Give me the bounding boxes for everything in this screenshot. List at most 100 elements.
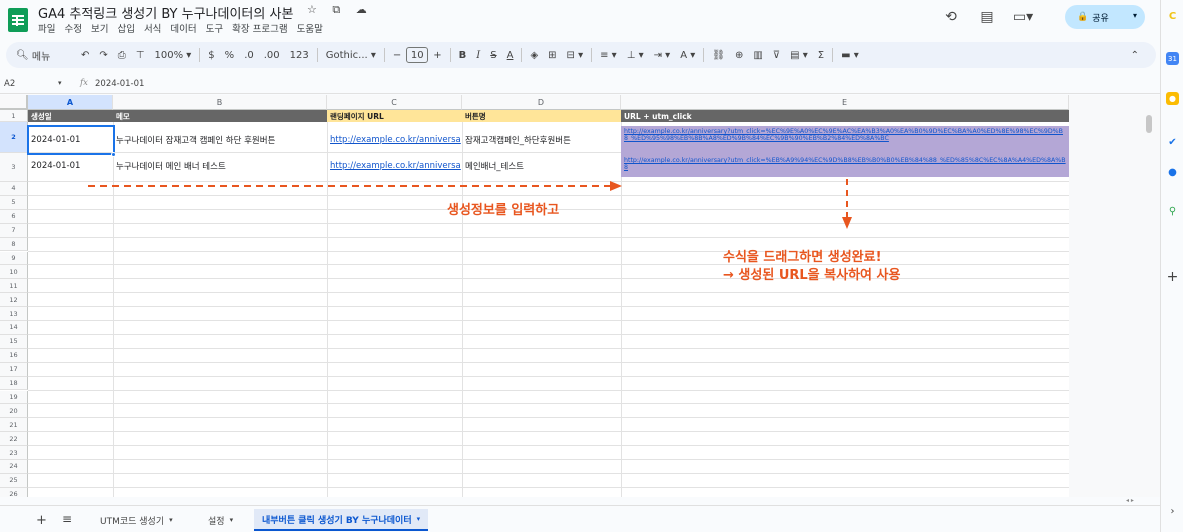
row-header[interactable]: 26 — [0, 487, 28, 497]
chevron-down-icon[interactable]: ▾ — [417, 515, 421, 523]
header-cell-result-url[interactable]: URL + utm_click — [621, 110, 1069, 122]
header-cell-landing-url[interactable]: 랜딩페이지 URL — [327, 110, 462, 122]
share-button[interactable]: 🔒 공유 ▾ — [1065, 5, 1145, 29]
calendar-icon[interactable]: 31 — [1166, 52, 1179, 65]
sheet-tab-internal-button[interactable]: 내부버튼 클릭 생성기 BY 누구나데이터 ▾ — [254, 509, 429, 531]
undo-icon[interactable]: ↶ — [76, 44, 94, 66]
column-header-e[interactable]: E — [621, 95, 1069, 110]
row-header[interactable]: 10 — [0, 265, 28, 280]
print-icon[interactable]: ⎙ — [113, 44, 131, 66]
gemini-icon[interactable]: C — [1166, 10, 1179, 23]
borders-icon[interactable]: ⊞ — [543, 44, 561, 66]
cell-date[interactable]: 2024-01-01 — [28, 155, 113, 177]
increase-decimal-button[interactable]: .00 — [259, 44, 285, 66]
menu-item-format[interactable]: 서식 — [144, 21, 161, 35]
chevron-down-icon[interactable]: ▾ — [58, 79, 62, 87]
sheet-tab-utm[interactable]: UTM코드 생성기 ▾ — [92, 509, 181, 531]
add-addon-icon[interactable]: + — [1166, 269, 1179, 285]
cell-landing-url[interactable]: http://example.co.kr/anniversa — [327, 126, 462, 153]
chevron-right-icon[interactable]: › — [1166, 505, 1179, 518]
document-title[interactable]: GA4 추적링크 생성기 BY 누구나데이터의 사본 — [38, 3, 293, 22]
menu-item-data[interactable]: 데이터 — [170, 21, 196, 35]
maps-icon[interactable]: ⚲ — [1166, 205, 1179, 218]
italic-button[interactable]: I — [471, 44, 485, 66]
column-header-b[interactable]: B — [113, 95, 327, 110]
number-format-button[interactable]: 123 — [285, 44, 314, 66]
paint-format-icon[interactable]: ⊤ — [131, 44, 150, 66]
row-header[interactable]: 17 — [0, 362, 28, 377]
cell-memo[interactable]: 누구나데이터 잠재고객 캠페인 하단 후원버튼 — [113, 126, 327, 153]
row-header[interactable]: 15 — [0, 334, 28, 349]
functions-icon[interactable]: Σ — [813, 44, 829, 66]
row-header[interactable]: 13 — [0, 307, 28, 321]
horizontal-align-icon[interactable]: ≡ ▾ — [595, 44, 622, 66]
cell-memo[interactable]: 누구나데이터 메인 배너 테스트 — [113, 155, 327, 177]
add-sheet-icon[interactable]: + — [36, 513, 47, 528]
row-header[interactable]: 16 — [0, 348, 28, 363]
row-header[interactable]: 19 — [0, 390, 28, 405]
chevron-down-icon[interactable]: ▾ — [1133, 11, 1137, 20]
menu-item-extensions[interactable]: 확장 프로그램 — [232, 21, 287, 35]
tasks-icon[interactable]: ✔ — [1166, 136, 1179, 149]
insert-comment-icon[interactable]: ⊕ — [730, 44, 748, 66]
row-header[interactable]: 22 — [0, 432, 28, 447]
comments-icon[interactable]: ▤ — [976, 6, 998, 28]
header-cell-memo[interactable]: 메모 — [113, 110, 327, 122]
bold-button[interactable]: B — [454, 44, 472, 66]
merge-cells-icon[interactable]: ⊟ ▾ — [562, 44, 589, 66]
row-header[interactable]: 21 — [0, 418, 28, 433]
header-cell-button-name[interactable]: 버튼명 — [462, 110, 621, 122]
fill-handle[interactable] — [111, 152, 116, 157]
text-wrap-icon[interactable]: ⇥ ▾ — [649, 44, 676, 66]
strikethrough-icon[interactable]: S — [485, 44, 501, 66]
font-size-decrease-button[interactable]: − — [388, 44, 406, 66]
meet-icon[interactable]: ▭▾ — [1012, 6, 1034, 28]
menu-search-input[interactable]: 🔍︎ 메뉴 — [6, 44, 76, 66]
row-header[interactable]: 9 — [0, 251, 28, 266]
text-color-icon[interactable]: A — [502, 44, 519, 66]
redo-icon[interactable]: ↷ — [94, 44, 112, 66]
chevron-down-icon[interactable]: ▾ — [230, 516, 234, 524]
cell-landing-url[interactable]: http://example.co.kr/anniversa — [327, 155, 462, 177]
row-header[interactable]: 20 — [0, 404, 28, 419]
column-header-c[interactable]: C — [327, 95, 462, 110]
row-header[interactable]: 23 — [0, 446, 28, 460]
currency-format-button[interactable]: $ — [203, 44, 219, 66]
row-header[interactable]: 7 — [0, 223, 28, 238]
row-header[interactable]: 3 — [0, 153, 28, 182]
history-icon[interactable]: ⟲ — [940, 6, 962, 28]
row-header[interactable]: 4 — [0, 182, 28, 196]
font-size-increase-button[interactable]: + — [428, 44, 446, 66]
filter-views-icon[interactable]: ▤ ▾ — [785, 44, 813, 66]
row-header[interactable]: 24 — [0, 460, 28, 474]
insert-link-icon[interactable]: ⛓ — [707, 44, 730, 66]
menu-item-edit[interactable]: 수정 — [64, 21, 81, 35]
vertical-align-icon[interactable]: ⊥ ▾ — [622, 44, 649, 66]
spreadsheet-grid[interactable]: A B C D E 1 2 3 4 5 6 7 8 9 10 11 12 13 14 15 16 17 18 19 2… — [0, 95, 1160, 497]
row-header[interactable]: 1 — [0, 110, 28, 122]
row-header[interactable]: 25 — [0, 473, 28, 488]
cell-result-url[interactable]: http://example.co.kr/anniversary?utm_cli… — [621, 126, 1069, 155]
input-tools-icon[interactable]: ▬ ▾ — [836, 44, 864, 66]
menu-item-view[interactable]: 보기 — [91, 21, 108, 35]
title-action-icons[interactable]: ☆ ⧉ ☁ — [307, 3, 373, 17]
cell-button-name[interactable]: 잠재고객캠페인_하단후원버튼 — [462, 126, 621, 153]
collapse-menu-icon[interactable]: ⌃ — [1126, 44, 1144, 66]
cell-button-name[interactable]: 메인배너_테스트 — [462, 155, 621, 177]
menu-item-file[interactable]: 파일 — [38, 21, 55, 35]
font-select[interactable]: Gothic... ▾ — [321, 44, 381, 66]
font-size-input[interactable]: 10 — [406, 47, 429, 63]
cell-result-url[interactable]: http://example.co.kr/anniversary?utm_cli… — [621, 155, 1069, 177]
percent-format-button[interactable]: % — [220, 44, 240, 66]
zoom-select[interactable]: 100% ▾ — [150, 44, 197, 66]
horizontal-scroll-buttons[interactable]: ◂ ▸ — [1126, 497, 1134, 504]
row-header[interactable]: 8 — [0, 237, 28, 252]
text-rotation-icon[interactable]: A ▾ — [675, 44, 700, 66]
filter-icon[interactable]: ⊽ — [768, 44, 785, 66]
column-header-a[interactable]: A — [28, 95, 113, 110]
insert-chart-icon[interactable]: ▥ — [748, 44, 767, 66]
row-header[interactable]: 14 — [0, 321, 28, 335]
menu-item-tools[interactable]: 도구 — [206, 21, 223, 35]
column-header-d[interactable]: D — [462, 95, 621, 110]
chevron-down-icon[interactable]: ▾ — [169, 516, 173, 524]
